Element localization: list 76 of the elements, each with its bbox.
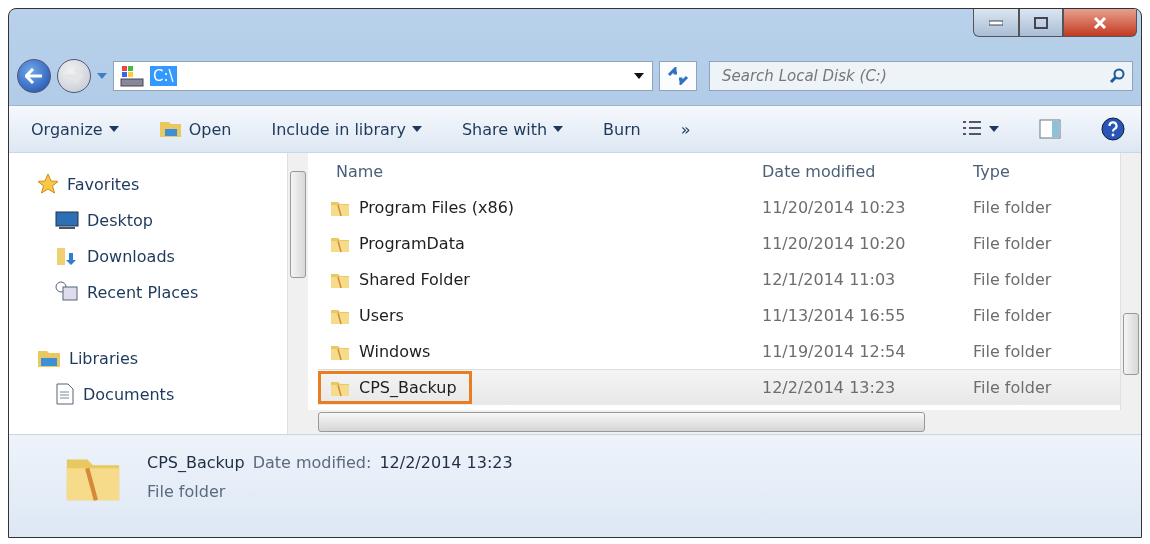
toolbar-button[interactable]: Open (156, 115, 234, 143)
type-cell-text: File folder (972, 270, 1053, 289)
file-name: Program Files (x86) (359, 198, 515, 217)
recent-places-icon (55, 281, 79, 303)
toolbar-button[interactable]: Burn (601, 115, 643, 143)
back-button[interactable] (17, 59, 51, 93)
sidebar-item[interactable]: Favorites (37, 169, 287, 199)
column-header[interactable]: Name (318, 162, 762, 181)
details-value: 12/2/2014 13:23 (379, 453, 513, 472)
file-name: ProgramData (359, 234, 465, 253)
list-scrollbar[interactable] (1120, 153, 1141, 410)
column-header[interactable]: Type (967, 162, 1120, 181)
forward-button[interactable] (57, 59, 91, 93)
toolbar-button[interactable]: Include in library (269, 115, 424, 143)
caret-icon (553, 126, 564, 132)
date-cell-text: 11/20/2014 10:20 (762, 234, 907, 253)
type-cell-text: File folder (972, 306, 1053, 325)
file-row[interactable]: Windows 11/19/2014 12:54 File folder (318, 333, 1120, 369)
details-type: File folder (147, 482, 227, 501)
forward-arrow-icon (65, 68, 83, 84)
file-name: CPS_Backup (359, 378, 457, 397)
date-cell-text: 11/20/2014 10:23 (762, 198, 907, 217)
preview-pane-icon (1039, 119, 1061, 139)
sidebar-scrollbar[interactable] (287, 153, 308, 434)
download-folder-icon (55, 245, 79, 267)
library-icon (37, 348, 61, 368)
close-icon (1093, 15, 1107, 30)
sidebar-item[interactable]: Recent Places (37, 277, 287, 307)
date-cell-text: 11/19/2014 12:54 (762, 342, 907, 361)
drive-icon (120, 65, 144, 87)
open-folder-icon (158, 119, 183, 139)
refresh-arrows-icon (667, 67, 689, 85)
dropdown-caret-icon[interactable] (634, 73, 644, 79)
type-cell-text: File folder (972, 198, 1053, 217)
document-icon (55, 383, 75, 405)
file-name: Shared Folder (359, 270, 470, 289)
back-arrow-icon (25, 68, 43, 84)
file-row[interactable]: Shared Folder 12/1/2014 11:03 File folder (318, 261, 1120, 297)
star-icon (37, 173, 59, 195)
type-cell-text: File folder (972, 342, 1053, 361)
refresh-button[interactable] (659, 61, 697, 91)
file-row[interactable]: ProgramData 11/20/2014 10:20 File folder (318, 225, 1120, 261)
details-view-icon (961, 120, 983, 138)
toolbar-button[interactable]: » (678, 115, 693, 143)
file-row[interactable]: Program Files (x86) 11/20/2014 10:23 File folder (318, 189, 1120, 225)
date-cell-text: 12/2/2014 13:23 (762, 378, 897, 397)
column-header[interactable]: Date modified (762, 162, 967, 181)
type-cell-text: File folder (972, 234, 1053, 253)
search-icon (1109, 68, 1125, 84)
monitor-icon (55, 210, 79, 230)
toolbar-button[interactable]: Share with (459, 115, 566, 143)
close-button[interactable] (1063, 9, 1137, 37)
sidebar-item[interactable]: Libraries (37, 343, 287, 373)
help-icon (1101, 117, 1125, 141)
type-cell-text: File folder (972, 378, 1053, 397)
file-name: Users (359, 306, 404, 325)
caret-icon (411, 126, 422, 132)
details-name: CPS_Backup (147, 453, 245, 472)
maximize-button[interactable] (1019, 9, 1063, 37)
sidebar-item[interactable]: Desktop (37, 205, 287, 235)
file-name: Windows (359, 342, 431, 361)
file-row[interactable]: CPS_Backup 12/2/2014 13:23 File folder (318, 369, 1120, 405)
details-label: Date modified: (252, 453, 372, 472)
caret-icon (108, 126, 119, 132)
file-row[interactable]: Users 11/13/2014 16:55 File folder (318, 297, 1120, 333)
date-cell-text: 12/1/2014 11:03 (762, 270, 897, 289)
date-cell-text: 11/13/2014 16:55 (762, 306, 907, 325)
caret-icon (989, 126, 999, 132)
search-field[interactable]: Search Local Disk (C:) (709, 61, 1133, 91)
minimize-icon (989, 19, 1003, 26)
sidebar-item[interactable]: Downloads (37, 241, 287, 271)
minimize-button[interactable] (973, 9, 1019, 37)
toolbar-button[interactable]: Organize (29, 115, 121, 143)
maximize-icon (1034, 16, 1048, 29)
horizontal-scrollbar[interactable] (308, 410, 1141, 434)
sidebar-item[interactable]: Documents (37, 379, 287, 409)
